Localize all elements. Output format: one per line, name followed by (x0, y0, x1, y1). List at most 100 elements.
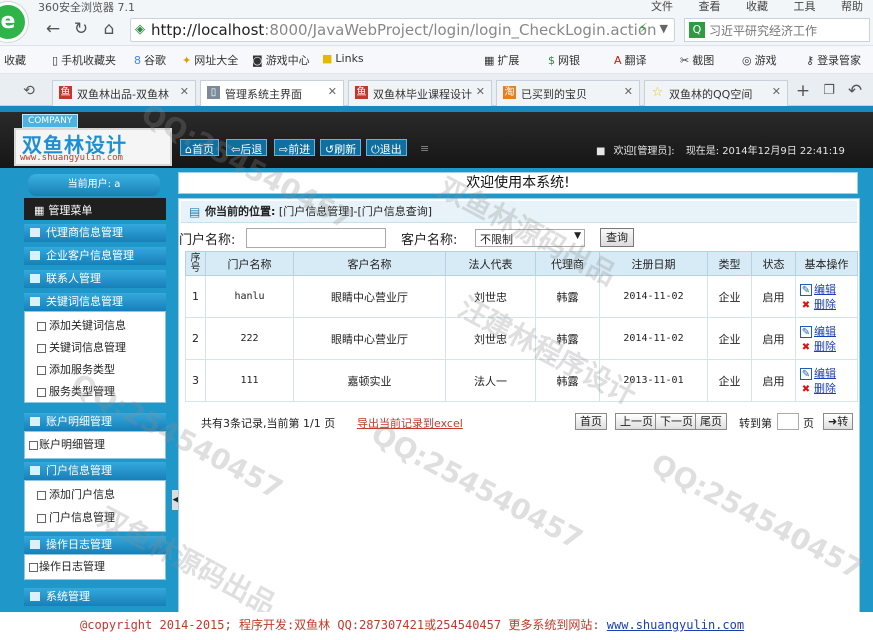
search-input[interactable]: Q 习近平研究经济工作 (684, 18, 870, 42)
menu-view[interactable]: 查看 (699, 0, 721, 13)
search-engine-icon[interactable]: Q (689, 22, 705, 38)
tab-restore-icon[interactable]: ⟲ (18, 80, 40, 102)
ext-game[interactable]: ◎ 游戏 (742, 52, 777, 68)
nav-back-button[interactable]: ⇦后退 (226, 139, 268, 156)
tab-course-design[interactable]: 鱼 双鱼林毕业课程设计 ✕ (348, 80, 492, 106)
sidebar-item-service-type-manage[interactable]: 服务类型管理 (25, 382, 165, 402)
close-tab-icon[interactable]: ✕ (180, 85, 189, 98)
delete-link[interactable]: ✖ 删除 (800, 381, 857, 396)
cell-actions: ✎ 编辑 ✖ 删除 (795, 275, 858, 318)
sidebar-group-portal[interactable]: 门户信息管理 (24, 462, 166, 480)
tab-bar: ⟲ 鱼 双鱼林出品-双鱼林 ✕ ▯ 管理系统主界面 ✕ 鱼 双鱼林毕业课程设计 ✕ 淘… (0, 74, 873, 107)
sidebar-group-oplog[interactable]: 操作日志管理 (24, 536, 166, 554)
tab-list-icon[interactable]: ❐ (818, 80, 840, 102)
forward-icon: ⇨ (279, 143, 289, 156)
shop-name-input[interactable] (246, 228, 386, 248)
sidebar-item-add-service-type[interactable]: 添加服务类型 (25, 360, 165, 380)
sidebar-group-system[interactable]: 系统管理 (24, 588, 166, 606)
close-tab-icon[interactable]: ✕ (624, 85, 633, 98)
sidebar-group-keyword[interactable]: 关键词信息管理 (24, 293, 166, 311)
ext-screenshot[interactable]: ✂ 截图 (680, 52, 714, 68)
close-tab-icon[interactable]: ✕ (328, 85, 337, 98)
fav-hao[interactable]: ✦ 网址大全 (182, 52, 238, 68)
menu-tools[interactable]: 工具 (794, 0, 816, 13)
site-favicon-icon: 鱼 (355, 86, 368, 99)
sidebar-group-contact[interactable]: 联系人管理 (24, 270, 166, 288)
bullet-icon: ■ (596, 146, 606, 157)
last-page-button[interactable]: 尾页 (695, 413, 727, 430)
tab-admin-main[interactable]: ▯ 管理系统主界面 ✕ (200, 80, 344, 107)
edit-icon: ✎ (800, 367, 812, 380)
nav-logout-button[interactable]: ⏻退出 (366, 139, 407, 156)
sidebar-item-account-detail[interactable]: 账户明细管理 (25, 435, 165, 455)
first-page-button[interactable]: 首页 (575, 413, 607, 430)
go-button[interactable]: ➜转 (823, 413, 854, 430)
tab-shuangyulin[interactable]: 鱼 双鱼林出品-双鱼林 ✕ (52, 80, 196, 106)
edit-link[interactable]: ✎ 编辑 (800, 324, 857, 339)
ext-bank[interactable]: $ 网银 (548, 52, 580, 68)
nav-refresh-button[interactable]: ↺刷新 (320, 139, 362, 156)
undo-close-icon[interactable]: ↶ (844, 80, 866, 102)
fav-google[interactable]: 8 谷歌 (134, 52, 166, 68)
page-number-input[interactable] (777, 413, 799, 430)
nav-forward-button[interactable]: ⇨前进 (274, 139, 316, 156)
sidebar-item-keyword-manage[interactable]: 关键词信息管理 (25, 338, 165, 358)
menu-favorites[interactable]: 收藏 (746, 0, 768, 13)
tab-purchased[interactable]: 淘 已买到的宝贝 ✕ (496, 80, 640, 106)
sidebar-group-account[interactable]: 账户明细管理 (24, 413, 166, 431)
sidebar-group-enterprise-customer[interactable]: 企业客户信息管理 (24, 247, 166, 265)
nav-home-button[interactable]: ⌂首页 (180, 139, 219, 156)
sidebar-item-portal-manage[interactable]: 门户信息管理 (25, 508, 165, 528)
menu-help[interactable]: 帮助 (841, 0, 863, 13)
sidebar-group-agent[interactable]: 代理商信息管理 (24, 224, 166, 242)
sidebar-item-oplog-manage[interactable]: 操作日志管理 (25, 557, 165, 577)
current-user: 当前用户: a (28, 174, 160, 196)
fav-links[interactable]: ■ Links (322, 52, 364, 65)
new-tab-icon[interactable]: + (792, 80, 814, 102)
speed-mode-icon[interactable]: ⚡ (638, 21, 648, 37)
menu-file[interactable]: 文件 (651, 0, 673, 13)
location-path: [门户信息管理]-[门户信息查询] (278, 205, 433, 218)
back-arrow-icon[interactable]: ← (42, 18, 64, 40)
cell-date: 2013-11-01 (599, 359, 708, 402)
sidebar-item-add-keyword[interactable]: 添加关键词信息 (25, 316, 165, 336)
home-icon: ⌂ (185, 143, 192, 156)
close-tab-icon[interactable]: ✕ (772, 85, 781, 98)
customer-select[interactable]: 不限制 ▼ (475, 229, 585, 247)
fav-mobile[interactable]: ▯ 手机收藏夹 (52, 52, 116, 68)
sidebar-keyword-items: 添加关键词信息 关键词信息管理 添加服务类型 服务类型管理 (24, 311, 166, 403)
favorites-bar: 收藏 ▯ 手机收藏夹 8 谷歌 ✦ 网址大全 ◙ 游戏中心 ■ Links ▦ 扩展 $ 网银… (0, 46, 873, 74)
edit-link[interactable]: ✎ 编辑 (800, 366, 857, 381)
url-dropdown-icon[interactable]: ▼ (660, 22, 668, 35)
fav-collect[interactable]: 收藏 (4, 52, 26, 68)
home-icon[interactable]: ⌂ (98, 18, 120, 40)
website-link[interactable]: www.shuangyulin.com (607, 618, 744, 632)
export-excel-link[interactable]: 导出当前记录到excel (357, 415, 463, 431)
next-page-button[interactable]: 下一页 (655, 413, 698, 430)
grid-icon: ▦ (34, 204, 45, 217)
cell-no: 2 (185, 317, 206, 360)
url-input[interactable]: ◈ http://localhost:8000/JavaWebProject/l… (130, 18, 675, 42)
col-actions: 基本操作 (795, 251, 858, 276)
sidebar-item-add-portal[interactable]: 添加门户信息 (25, 485, 165, 505)
ext-extensions[interactable]: ▦ 扩展 (484, 52, 519, 68)
delete-link[interactable]: ✖ 删除 (800, 297, 857, 312)
tab-qq-space[interactable]: ☆ 双鱼林的QQ空间 ✕ (644, 80, 788, 106)
close-tab-icon[interactable]: ✕ (476, 85, 485, 98)
prev-page-button[interactable]: 上一页 (615, 413, 658, 430)
mobile-icon: ▯ (52, 54, 59, 67)
fav-games-center[interactable]: ◙ 游戏中心 (252, 52, 310, 68)
dropdown-arrow-icon: ▼ (574, 231, 581, 241)
browser-title: 360安全浏览器 7.1 (38, 1, 135, 14)
col-portal-name: 门户名称 (205, 251, 294, 276)
refresh-icon[interactable]: ↻ (70, 18, 92, 40)
query-button[interactable]: 查询 (600, 228, 634, 247)
cell-portal-name: 222 (205, 317, 294, 360)
taobao-icon: 淘 (503, 86, 516, 99)
ext-login-manager[interactable]: ⚷ 登录管家 (806, 52, 861, 68)
delete-icon: ✖ (801, 299, 811, 311)
cell-customer: 眼睛中心营业厅 (293, 275, 446, 318)
delete-link[interactable]: ✖ 删除 (800, 339, 857, 354)
edit-link[interactable]: ✎ 编辑 (800, 282, 857, 297)
ext-translate[interactable]: A 翻译 (614, 52, 647, 68)
